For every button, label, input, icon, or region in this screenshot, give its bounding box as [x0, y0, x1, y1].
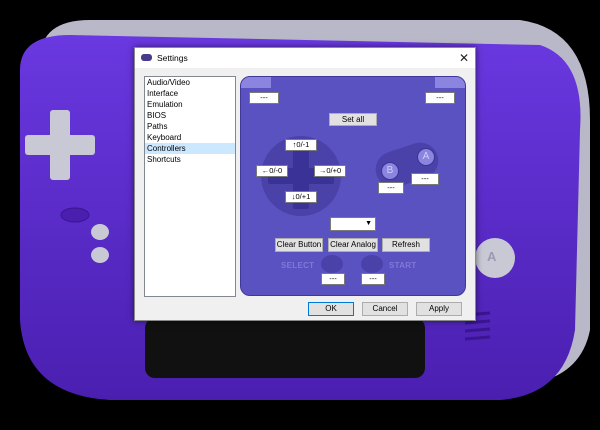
title-bar: Settings ✕ [135, 48, 475, 68]
apply-button[interactable]: Apply [416, 302, 462, 316]
set-all-button[interactable]: Set all [329, 113, 377, 126]
nav-item-controllers[interactable]: Controllers [145, 143, 235, 154]
select-binding[interactable]: --- [321, 273, 345, 285]
l-button-binding[interactable]: --- [249, 92, 279, 104]
clear-button-button[interactable]: Clear Button [275, 238, 323, 252]
settings-category-list: Audio/Video Interface Emulation BIOS Pat… [144, 76, 236, 297]
nav-item-bios[interactable]: BIOS [145, 110, 235, 121]
device-a-label: A [487, 249, 497, 264]
nav-item-paths[interactable]: Paths [145, 121, 235, 132]
r-shoulder [435, 77, 465, 88]
left-binding[interactable]: ←0/-0 [256, 165, 288, 177]
ok-button[interactable]: OK [308, 302, 354, 316]
nav-item-audio-video[interactable]: Audio/Video [145, 77, 235, 88]
refresh-button[interactable]: Refresh [382, 238, 430, 252]
chevron-down-icon: ▼ [365, 220, 372, 227]
a-binding[interactable]: --- [411, 173, 439, 185]
app-icon [141, 54, 152, 61]
right-binding[interactable]: →0/+0 [314, 165, 346, 177]
nav-item-emulation[interactable]: Emulation [145, 99, 235, 110]
up-binding[interactable]: ↑0/-1 [285, 139, 317, 151]
down-binding[interactable]: ↓0/+1 [285, 191, 317, 203]
l-shoulder [241, 77, 271, 88]
controller-panel: --- --- Set all ↑0/-1 ←0/-0 →0/+0 ↓0/+1 … [240, 76, 466, 296]
settings-dialog: Settings ✕ Audio/Video Interface Emulati… [134, 47, 476, 321]
select-label: SELECT [281, 261, 315, 270]
a-face-button: A [417, 148, 435, 166]
start-label: START [389, 261, 417, 270]
b-binding[interactable]: --- [378, 182, 404, 194]
nav-item-interface[interactable]: Interface [145, 88, 235, 99]
clear-analog-button[interactable]: Clear Analog [328, 238, 378, 252]
select-backdrop [321, 255, 343, 273]
cancel-button[interactable]: Cancel [362, 302, 408, 316]
start-backdrop [361, 255, 383, 273]
r-button-binding[interactable]: --- [425, 92, 455, 104]
nav-item-keyboard[interactable]: Keyboard [145, 132, 235, 143]
close-icon[interactable]: ✕ [455, 49, 473, 67]
device-select[interactable]: ▼ [330, 217, 376, 231]
nav-item-shortcuts[interactable]: Shortcuts [145, 154, 235, 165]
start-binding[interactable]: --- [361, 273, 385, 285]
b-face-button: B [381, 162, 399, 180]
window-title: Settings [157, 53, 188, 63]
